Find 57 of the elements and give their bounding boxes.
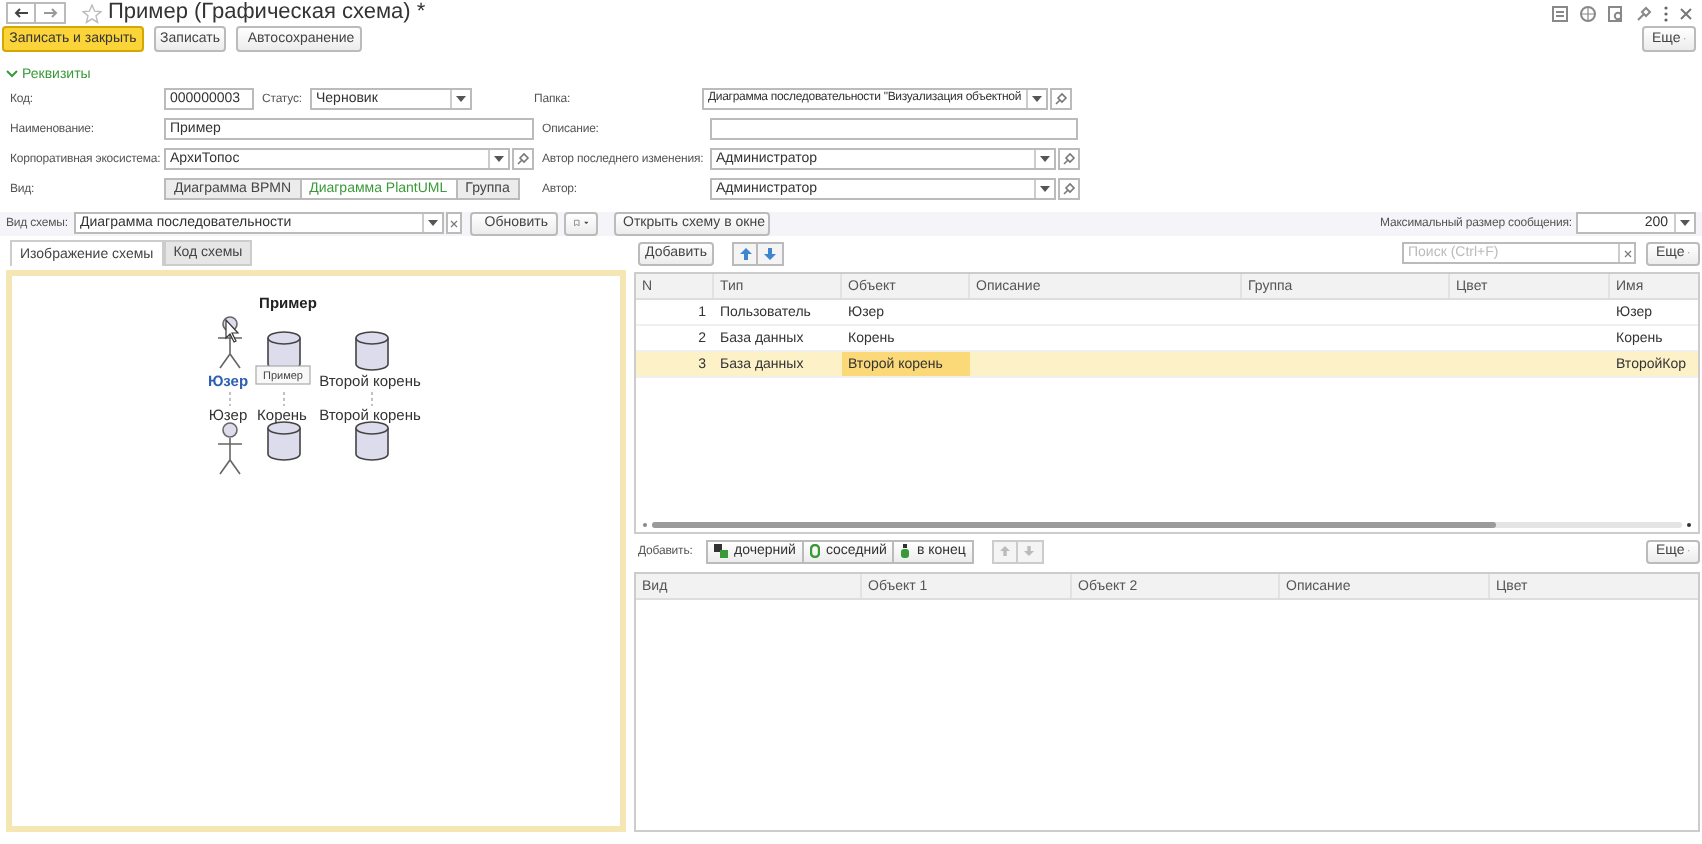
back-button[interactable] — [6, 2, 36, 25]
link-icon — [1062, 151, 1076, 166]
caret-icon — [494, 155, 504, 162]
clear-search-button[interactable] — [1618, 244, 1634, 262]
close-icon[interactable] — [1680, 7, 1692, 20]
open-link-button[interactable] — [1058, 177, 1080, 200]
actor-figure — [217, 422, 243, 475]
database-figure — [355, 331, 389, 371]
open-link-button[interactable] — [1058, 147, 1080, 170]
link-icon — [516, 151, 530, 166]
globe-icon[interactable] — [1580, 5, 1596, 22]
down-arrow-icon — [1024, 546, 1035, 556]
bookmark-icon — [574, 216, 580, 231]
horizontal-scrollbar[interactable] — [652, 522, 1682, 528]
end-node-icon — [900, 544, 911, 558]
dropdown-button[interactable] — [1674, 214, 1694, 233]
dropdown-button[interactable] — [1034, 179, 1054, 198]
child-node-icon — [714, 544, 728, 558]
caret-icon — [1040, 155, 1050, 162]
open-link-button[interactable] — [512, 147, 534, 170]
caret-icon — [428, 220, 438, 227]
dropdown-button[interactable] — [422, 214, 442, 233]
database-figure — [267, 421, 301, 461]
down-arrow-icon — [764, 247, 776, 259]
move-down-button[interactable] — [758, 241, 784, 265]
open-link-button[interactable] — [1050, 87, 1072, 110]
clear-button[interactable] — [446, 212, 462, 235]
link-icon — [1054, 91, 1068, 106]
window-title: Пример (Графическая схема) * — [108, 2, 426, 25]
scroll-left-icon[interactable] — [642, 522, 648, 528]
dropdown-button[interactable] — [450, 89, 470, 108]
dropdown-button[interactable] — [488, 149, 508, 168]
caret-icon — [583, 220, 588, 227]
caret-icon — [1032, 95, 1042, 102]
caret-icon — [1680, 220, 1690, 227]
up-arrow-icon — [739, 247, 751, 259]
database-figure — [355, 421, 389, 461]
link-icon[interactable] — [1636, 5, 1652, 22]
up-arrow-icon — [999, 546, 1010, 556]
preview-icon[interactable] — [1608, 5, 1624, 22]
chevron-icon[interactable] — [6, 70, 18, 79]
dropdown-button[interactable] — [1034, 149, 1054, 168]
document-icon[interactable] — [1552, 5, 1568, 22]
link-icon — [1062, 181, 1076, 196]
star-icon[interactable] — [82, 3, 102, 24]
description-field[interactable] — [710, 117, 1078, 140]
back-arrow-icon — [14, 8, 28, 19]
caret-icon — [456, 95, 466, 102]
clear-icon — [450, 219, 458, 228]
move-up-button[interactable] — [732, 241, 758, 265]
forward-arrow-icon — [43, 8, 57, 19]
clear-icon — [1623, 249, 1631, 257]
scroll-right-icon[interactable] — [1686, 522, 1692, 528]
sibling-node-icon — [809, 544, 820, 558]
caret-icon — [1040, 185, 1050, 192]
dropdown-button[interactable] — [1026, 89, 1046, 108]
cursor-icon — [225, 318, 240, 343]
